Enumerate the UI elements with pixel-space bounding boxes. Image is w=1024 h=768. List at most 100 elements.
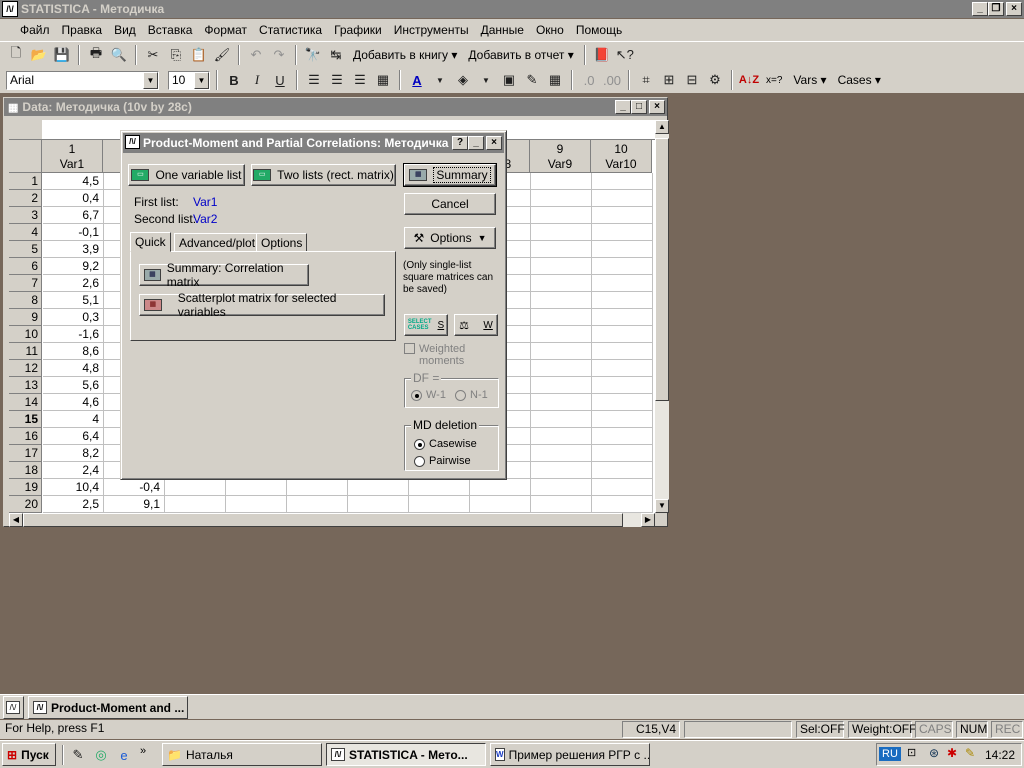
chevron-down-icon[interactable]: ▼ [476, 70, 496, 90]
redo-icon[interactable]: ↷ [269, 45, 289, 65]
table-cell[interactable] [226, 496, 287, 513]
table-cell[interactable] [531, 326, 592, 343]
find-icon[interactable]: 🔭 [303, 45, 323, 65]
add-to-report-button[interactable]: Добавить в отчет ▾ [464, 48, 577, 62]
select-cases-button[interactable]: SELECT CASES S [404, 314, 448, 336]
table-cell[interactable] [531, 428, 592, 445]
borders-icon[interactable]: ▣ [499, 70, 519, 90]
variable-specs-icon[interactable]: ⊞ [659, 70, 679, 90]
weight-button[interactable]: ⚖ W [454, 314, 498, 336]
book-icon[interactable]: 📕 [592, 45, 612, 65]
chevron-down-icon[interactable]: ▼ [143, 71, 158, 89]
table-cell[interactable] [531, 241, 592, 258]
table-cell[interactable] [531, 173, 592, 190]
table-cell[interactable] [531, 258, 592, 275]
dialog-close-button[interactable]: × [486, 136, 502, 150]
cut-icon[interactable]: ✂ [143, 45, 163, 65]
more-icon[interactable]: » [140, 745, 146, 757]
paste-icon[interactable]: 📋 [189, 45, 209, 65]
minimize-button[interactable]: _ [972, 2, 988, 16]
row-header[interactable]: 1 [9, 173, 42, 190]
table-cell[interactable] [531, 479, 592, 496]
row-header[interactable]: 13 [9, 377, 42, 394]
table-cell[interactable]: 0,4 [43, 190, 104, 207]
table-cell[interactable] [531, 292, 592, 309]
weighted-moments-checkbox[interactable]: Weighted moments [404, 343, 504, 367]
summary-correlation-matrix-button[interactable]: ▦ Summary: Correlation matrix [139, 261, 309, 289]
table-cell[interactable]: 6,4 [43, 428, 104, 445]
row-header[interactable]: 4 [9, 224, 42, 241]
align-left-icon[interactable]: ☰ [304, 70, 324, 90]
table-cell[interactable] [592, 428, 653, 445]
tray-icon-3[interactable]: ✎ [965, 746, 975, 760]
row-header[interactable]: 14 [9, 394, 42, 411]
table-cell[interactable] [531, 207, 592, 224]
table-cell[interactable] [531, 224, 592, 241]
font-select[interactable]: Arial ▼ [6, 70, 159, 90]
row-header[interactable]: 12 [9, 360, 42, 377]
minimized-dialog-button[interactable]: /\/ Product-Moment and ... [28, 696, 188, 719]
row-header[interactable]: 6 [9, 258, 42, 275]
table-cell[interactable] [592, 377, 653, 394]
table-cell[interactable]: 9,1 [104, 496, 165, 513]
table-cell[interactable]: 5,6 [43, 377, 104, 394]
table-cell[interactable] [592, 326, 653, 343]
restore-button[interactable]: ❐ [988, 2, 1004, 16]
table-cell[interactable]: 4,6 [43, 394, 104, 411]
xeq-button[interactable]: x=? [762, 75, 786, 86]
table-cell[interactable]: 6,7 [43, 207, 104, 224]
chevron-down-icon[interactable]: ▼ [430, 70, 450, 90]
menu-tools[interactable]: Инструменты [388, 23, 475, 37]
align-center-icon[interactable]: ☰ [327, 70, 347, 90]
fill-color-icon[interactable]: ◈ [453, 70, 473, 90]
merge-icon[interactable]: ▦ [373, 70, 393, 90]
table-cell[interactable] [470, 496, 531, 513]
table-cell[interactable]: 2,5 [43, 496, 104, 513]
tab-advanced-plot[interactable]: Advanced/plot [174, 233, 261, 252]
undo-icon[interactable]: ↶ [246, 45, 266, 65]
table-cell[interactable] [531, 411, 592, 428]
table-cell[interactable]: 8,6 [43, 343, 104, 360]
data-close-button[interactable]: × [649, 100, 665, 114]
context-help-icon[interactable]: ↖? [615, 45, 635, 65]
font-size-select[interactable]: 10 ▼ [168, 70, 210, 90]
table-cell[interactable] [592, 479, 653, 496]
table-cell[interactable] [531, 309, 592, 326]
table-cell[interactable]: 4,5 [43, 173, 104, 190]
open-folder-icon[interactable]: 📂 [29, 45, 49, 65]
print-icon[interactable]: 🖶 [86, 45, 106, 65]
row-header[interactable]: 17 [9, 445, 42, 462]
hscroll-thumb[interactable] [23, 513, 623, 527]
table-cell[interactable] [165, 479, 226, 496]
table-cell[interactable]: 0,3 [43, 309, 104, 326]
format-painter-icon[interactable]: 🖌 [212, 45, 232, 65]
sel-status[interactable]: Sel:OFF [796, 721, 845, 738]
row-header[interactable]: 3 [9, 207, 42, 224]
table-cell[interactable] [226, 479, 287, 496]
table-cell[interactable] [592, 207, 653, 224]
two-lists-button[interactable]: ▭ Two lists (rect. matrix) [251, 164, 396, 186]
table-cell[interactable] [592, 411, 653, 428]
table-cell[interactable] [592, 343, 653, 360]
table-cell[interactable]: 10,4 [43, 479, 104, 496]
column-header[interactable]: 1 Var1 [42, 140, 103, 173]
close-button[interactable]: × [1006, 2, 1022, 16]
tray-icon-1[interactable]: ⊛ [929, 746, 939, 760]
pairwise-radio[interactable]: Pairwise [414, 455, 471, 467]
table-cell[interactable]: -0,1 [43, 224, 104, 241]
table-cell[interactable] [348, 496, 409, 513]
table-cell[interactable] [592, 360, 653, 377]
align-right-icon[interactable]: ☰ [350, 70, 370, 90]
table-cell[interactable] [592, 275, 653, 292]
table-cell[interactable]: 2,6 [43, 275, 104, 292]
menu-window[interactable]: Окно [530, 23, 570, 37]
row-header[interactable]: 2 [9, 190, 42, 207]
table-cell[interactable] [592, 224, 653, 241]
table-cell[interactable] [592, 309, 653, 326]
taskbar-item-folder[interactable]: 📁 Наталья [162, 743, 322, 766]
menu-insert[interactable]: Вставка [142, 23, 199, 37]
scroll-left-arrow[interactable]: ◀ [9, 513, 23, 527]
replace-icon[interactable]: ↹ [326, 45, 346, 65]
table-cell[interactable] [470, 479, 531, 496]
table-cell[interactable] [409, 479, 470, 496]
